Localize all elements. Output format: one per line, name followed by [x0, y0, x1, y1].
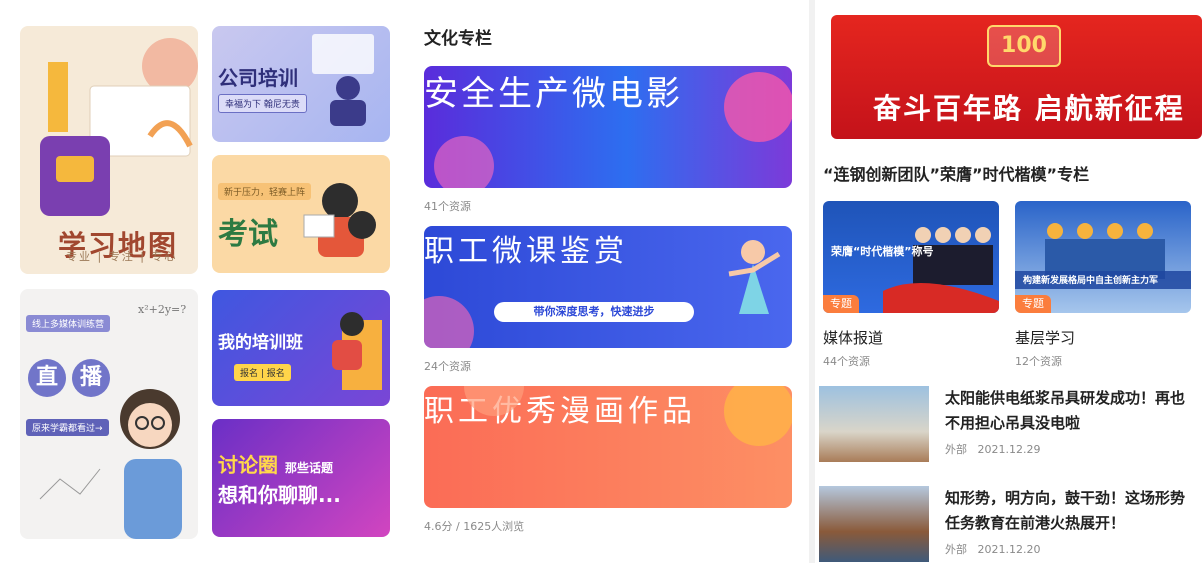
- card-tag: 专题: [1015, 295, 1051, 313]
- model-column-panel: 100 奋斗百年路 启航新征程 “连钢创新团队”荣膺”时代楷模”专栏 荣膺“时代…: [815, 0, 1204, 563]
- live-stream-tile[interactable]: 线上多媒体训练营 直 播 原来学霸都看过→ x²+2y=?: [20, 289, 198, 539]
- news-thumbnail: [819, 386, 929, 462]
- decor-blob: [424, 296, 474, 348]
- card-tag: 专题: [823, 295, 859, 313]
- card-title: 基层学习: [1015, 329, 1076, 347]
- comic-works-banner[interactable]: 职工优秀漫画作品: [424, 386, 792, 508]
- card-caption: 构建新发展格局中自主创新主力军: [1023, 276, 1159, 286]
- training-class-title: 我的培训班: [218, 333, 303, 353]
- company-training-title: 公司培训: [218, 66, 298, 90]
- my-training-class-tile[interactable]: 我的培训班 报名 | 报名: [212, 290, 390, 406]
- forum-title: 讨论圈 那些话题: [218, 449, 333, 478]
- exam-tile[interactable]: 新于压力，轻赛上阵 考试: [212, 155, 390, 273]
- company-training-tile[interactable]: 公司培训 幸福为下 翰尼无贵: [212, 26, 390, 142]
- news-source: 外部 2021.12.29: [945, 441, 1040, 457]
- company-training-tag: 幸福为下 翰尼无贵: [218, 94, 307, 113]
- centennial-emblem: 100: [987, 25, 1061, 67]
- micro-lesson-banner[interactable]: 职工微课鉴赏 带你深度思考，快速进步: [424, 226, 792, 348]
- learning-modules-panel: 学习地图 专业 | 专注 | 专心 公司培训 幸福为下 翰尼无贵 新于压力，轻赛…: [0, 0, 404, 563]
- decor-blob: [724, 72, 792, 142]
- grassroots-learning-card[interactable]: 构建新发展格局中自主创新主力军 专题: [1015, 201, 1191, 313]
- decor-blob: [724, 386, 792, 446]
- discussion-forum-tile[interactable]: 讨论圈 那些话题 想和你聊聊...: [212, 419, 390, 537]
- card-title: 媒体报道: [823, 329, 884, 347]
- news-source-label: 外部: [945, 443, 967, 456]
- banner-pill: 带你深度思考，快速进步: [494, 302, 694, 322]
- centennial-hero-banner[interactable]: 100 奋斗百年路 启航新征程: [831, 15, 1202, 139]
- news-item[interactable]: 知形势，明方向，鼓干劲！这场形势任务教育在前港火热展开！ 外部 2021.12.…: [819, 486, 1204, 562]
- forum-subtitle: 想和你聊聊...: [218, 483, 341, 507]
- news-source: 外部 2021.12.20: [945, 541, 1040, 557]
- training-class-tag: 报名 | 报名: [234, 364, 291, 381]
- news-date: 2021.12.29: [977, 443, 1041, 456]
- news-date: 2021.12.20: [977, 543, 1041, 556]
- forum-title-main: 讨论圈: [218, 453, 278, 477]
- learning-map-tile[interactable]: 学习地图 专业 | 专注 | 专心: [20, 26, 198, 274]
- jumping-girl-illustration: [728, 240, 781, 314]
- decor-blob: [434, 136, 494, 188]
- news-title: 知形势，明方向，鼓干劲！这场形势任务教育在前港火热展开！: [945, 489, 1186, 532]
- banner-meta: 24个资源: [424, 360, 471, 373]
- card-caption: 荣膺“时代楷模”称号: [831, 245, 934, 258]
- news-source-label: 外部: [945, 543, 967, 556]
- media-report-card[interactable]: 荣膺“时代楷模”称号 专题: [823, 201, 999, 313]
- news-item[interactable]: 太阳能供电纸浆吊具研发成功！再也不用担心吊具没电啦 外部 2021.12.29: [819, 386, 1204, 466]
- banner-meta: 4.6分 / 1625人浏览: [424, 520, 525, 533]
- learning-map-illustration: [40, 38, 198, 216]
- exam-tag: 新于压力，轻赛上阵: [218, 183, 312, 200]
- news-title: 太阳能供电纸浆吊具研发成功！再也不用担心吊具没电啦: [945, 389, 1186, 432]
- banner-meta: 41个资源: [424, 200, 471, 213]
- safety-micro-film-banner[interactable]: 安全生产微电影: [424, 66, 792, 188]
- card-meta: 44个资源: [823, 355, 870, 368]
- hero-title: 奋斗百年路 启航新征程: [873, 92, 1185, 125]
- culture-section-title: 文化专栏: [424, 29, 492, 49]
- card-meta: 12个资源: [1015, 355, 1062, 368]
- news-thumbnail: [819, 486, 929, 562]
- exam-title: 考试: [218, 217, 278, 252]
- student-illustration: [39, 389, 182, 539]
- learning-map-subtitle: 专业 | 专注 | 专心: [66, 250, 178, 263]
- culture-column-panel: 文化专栏 安全生产微电影 41个资源 职工微课鉴赏 带你深度思考，快速进步 24…: [404, 0, 809, 563]
- forum-title-topic: 那些话题: [284, 461, 333, 475]
- model-section-title: “连钢创新团队”荣膺”时代楷模”专栏: [823, 165, 1090, 184]
